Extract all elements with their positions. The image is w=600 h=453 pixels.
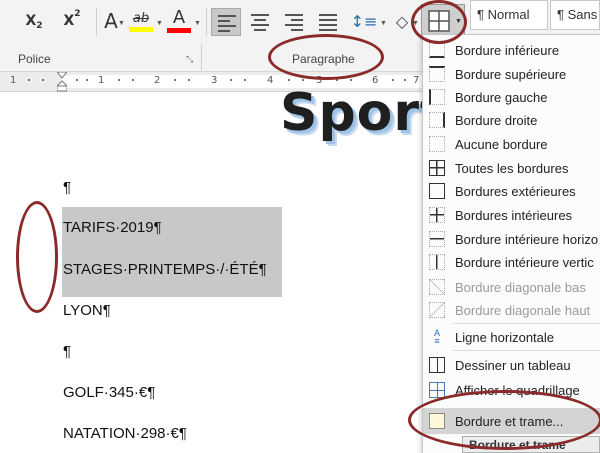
border-right-icon: [429, 112, 445, 128]
font-color-label: A: [172, 7, 186, 28]
group-label-police: Police: [18, 52, 51, 66]
font-color-bar: [167, 28, 191, 33]
menu-item-border-inside-vertical[interactable]: Bordure intérieure vertic: [423, 251, 600, 273]
border-inside-icon: [429, 207, 445, 223]
align-left-button[interactable]: [211, 8, 241, 36]
ruler-number: 1: [10, 75, 17, 86]
subscript-button[interactable]: X2: [18, 6, 50, 36]
ruler-number: 1: [98, 75, 105, 86]
highlight-button[interactable]: ab: [128, 6, 154, 36]
border-all-icon: [429, 160, 445, 176]
border-inside-vertical-icon: [429, 254, 445, 270]
ruler-number: 3: [211, 75, 218, 86]
border-diagonal-up-icon: [429, 302, 445, 318]
menu-item-label: Bordures intérieures: [455, 207, 573, 223]
draw-table-icon: [429, 357, 445, 373]
ruler-number: 2: [154, 75, 161, 86]
superscript-mark: 2: [74, 9, 81, 19]
annotation-ellipse-margin: [16, 201, 58, 313]
highlight-color-bar: [129, 26, 153, 32]
paragraph-line[interactable]: ¶: [63, 179, 71, 196]
menu-item-label: Bordure intérieure vertic: [455, 254, 594, 270]
style-sans-interligne[interactable]: ¶ Sans in: [550, 0, 600, 30]
menu-item-border-diagonal-down: Bordure diagonale bas: [423, 276, 600, 298]
paragraph-line[interactable]: LYON¶: [63, 302, 111, 319]
paragraph-line[interactable]: GOLF·345·€¶: [63, 384, 155, 401]
menu-item-label: Aucune bordure: [455, 136, 548, 152]
menu-divider: [453, 350, 600, 351]
view-gridlines-icon: [429, 382, 445, 398]
group-divider: [201, 44, 202, 70]
menu-item-label: Dessiner un tableau: [455, 357, 571, 373]
chevron-down-icon[interactable]: ▼: [156, 20, 163, 27]
line-spacing-icon[interactable]: ↕≡: [350, 6, 378, 36]
menu-item-border-outside[interactable]: Bordures extérieures: [423, 180, 600, 202]
menu-item-label: Bordure supérieure: [455, 66, 567, 82]
annotation-ellipse-paragraphe: [268, 34, 384, 80]
paragraph-line-selected[interactable]: STAGES·PRINTEMPS·/·ÉTÉ¶: [63, 261, 267, 278]
menu-item-border-inside-horizontal[interactable]: Bordure intérieure horizo: [423, 228, 600, 250]
align-right-button[interactable]: [279, 8, 309, 36]
menu-item-border-all[interactable]: Toutes les bordures: [423, 157, 600, 179]
ribbon-divider: [206, 8, 207, 36]
menu-item-draw-table[interactable]: Dessiner un tableau: [423, 354, 600, 376]
superscript-label: X: [63, 13, 75, 29]
ruler-number: 4: [267, 75, 274, 86]
border-diagonal-down-icon: [429, 279, 445, 295]
align-center-button[interactable]: [245, 8, 275, 36]
border-left-icon: [429, 89, 445, 105]
border-inside-horizontal-icon: [429, 231, 445, 247]
menu-item-border-right[interactable]: Bordure droite: [423, 109, 600, 131]
ribbon-divider: [96, 8, 97, 36]
annotation-ellipse-border-button: [411, 0, 467, 44]
menu-item-label: Ligne horizontale: [455, 329, 555, 345]
style-normal[interactable]: ¶ Normal: [470, 0, 548, 30]
menu-item-label: Bordure gauche: [455, 89, 548, 105]
border-outside-icon: [429, 183, 445, 199]
menu-item-border-top[interactable]: Bordure supérieure: [423, 63, 600, 85]
menu-item-label: Toutes les bordures: [455, 160, 569, 176]
menu-item-label: Bordure droite: [455, 112, 538, 128]
highlight-label: ab: [132, 10, 150, 26]
chevron-down-icon[interactable]: ▼: [194, 20, 201, 27]
menu-item-border-diagonal-up: Bordure diagonale haut: [423, 299, 600, 321]
horizontal-line-icon: A ≡: [433, 328, 440, 346]
menu-item-label: Bordure diagonale bas: [455, 279, 586, 295]
border-top-icon: [429, 66, 445, 82]
paragraph-line[interactable]: ¶: [63, 343, 71, 360]
menu-item-border-left[interactable]: Bordure gauche: [423, 86, 600, 108]
paragraph-line[interactable]: NATATION·298·€¶: [63, 425, 187, 442]
chevron-down-icon[interactable]: ▼: [118, 20, 125, 27]
font-color-button[interactable]: A: [166, 6, 192, 36]
menu-item-label: Bordures extérieures: [455, 183, 576, 199]
dialog-launcher-icon[interactable]: ⤡: [186, 54, 193, 65]
indent-marker-icon[interactable]: [57, 72, 67, 92]
menu-item-label: Bordure intérieure horizo: [455, 231, 599, 247]
menu-item-border-none[interactable]: Aucune bordure: [423, 133, 600, 155]
subscript-mark: 2: [36, 21, 43, 31]
menu-divider: [453, 323, 600, 324]
menu-item-border-inside[interactable]: Bordures intérieures: [423, 204, 600, 226]
border-bottom-icon: [429, 42, 445, 58]
menu-item-horizontal-line[interactable]: A ≡ Ligne horizontale: [423, 326, 600, 348]
annotation-ellipse-borders-shading: [408, 390, 600, 450]
menu-item-label: Bordure diagonale haut: [455, 302, 591, 318]
subscript-label: X: [25, 13, 37, 29]
menu-item-label: Bordure inférieure: [455, 42, 560, 58]
chevron-down-icon[interactable]: ▼: [380, 20, 387, 27]
superscript-button[interactable]: X2: [56, 6, 88, 36]
paragraph-line-selected[interactable]: TARIFS·2019¶: [63, 219, 162, 236]
justify-button[interactable]: [313, 8, 343, 36]
border-none-icon: [429, 136, 445, 152]
